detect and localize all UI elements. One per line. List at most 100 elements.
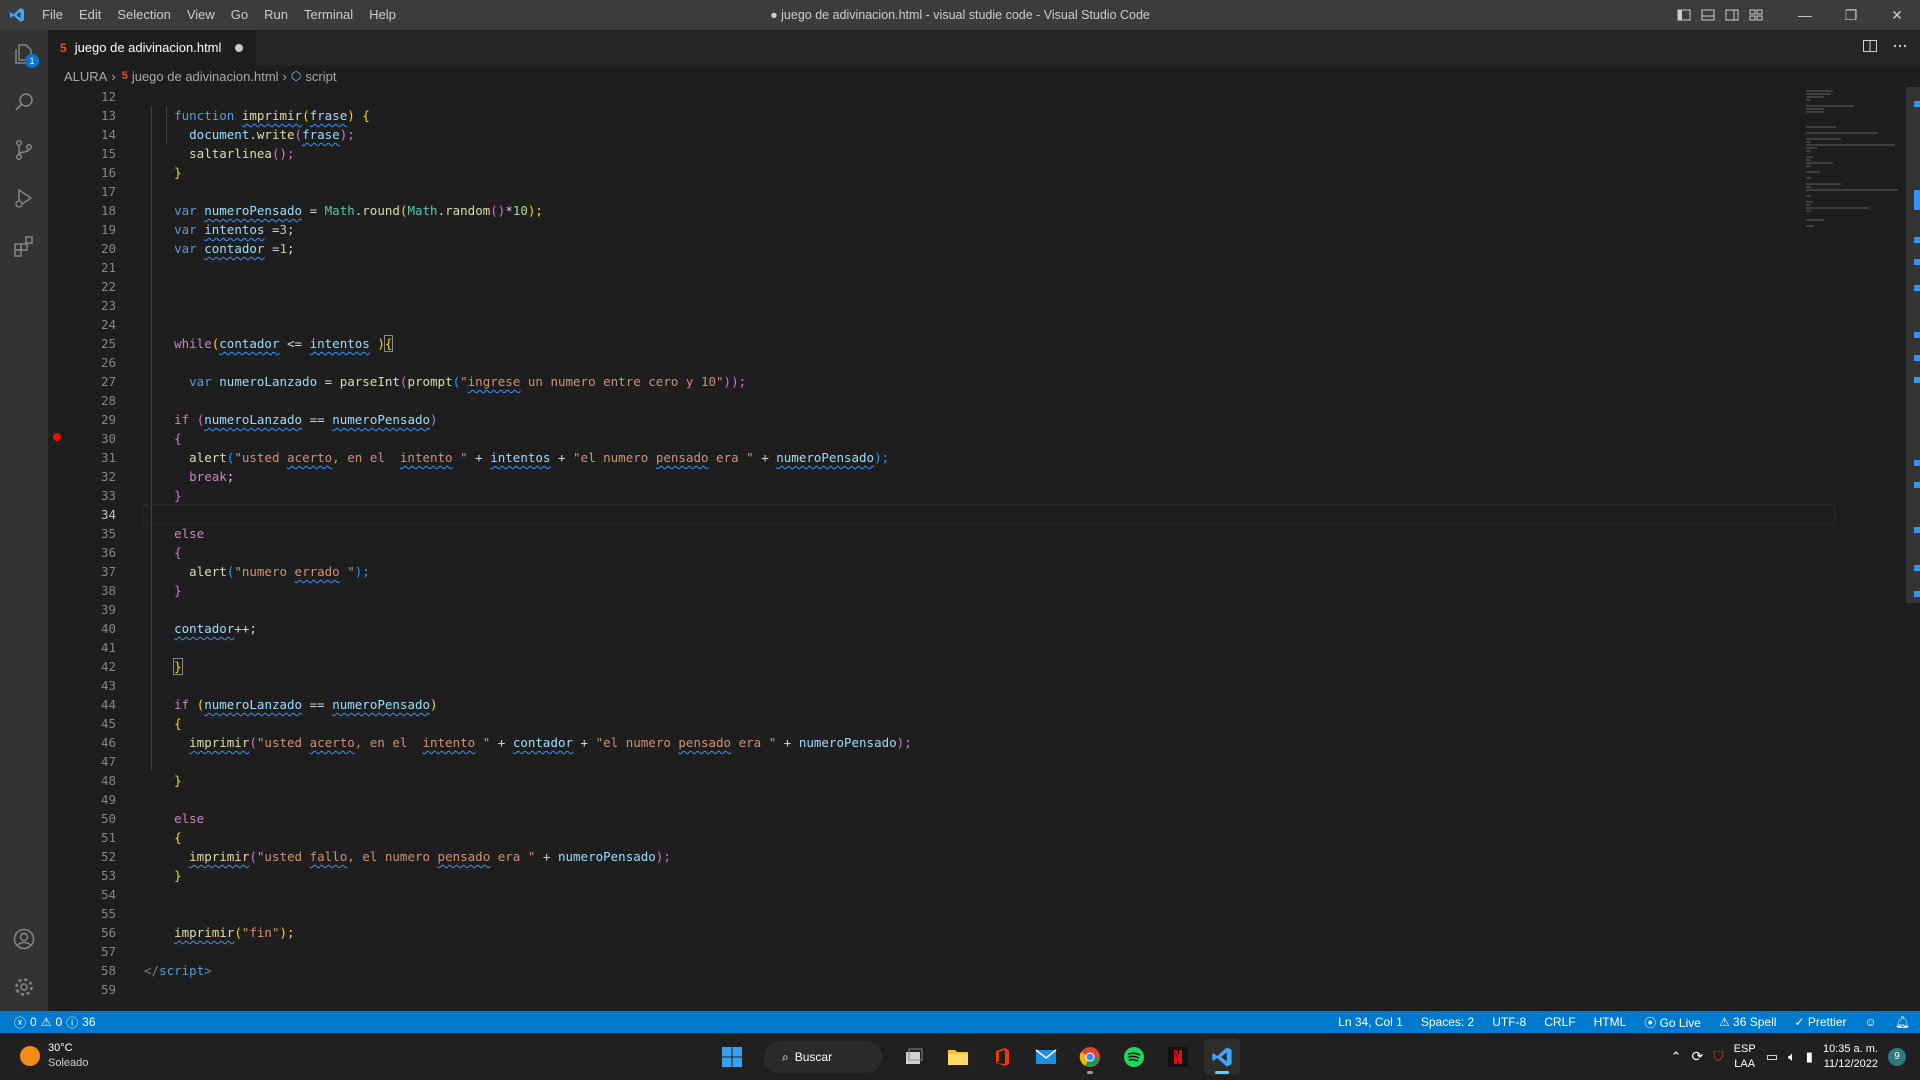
line-number[interactable]: 46 <box>48 733 116 752</box>
toggle-secondary-sidebar-icon[interactable] <box>1722 0 1742 30</box>
network-icon[interactable]: ▭ <box>1766 1049 1778 1065</box>
chrome-icon[interactable] <box>1072 1039 1108 1075</box>
code-line[interactable]: imprimir("fin"); <box>144 923 1834 942</box>
code-line[interactable] <box>144 790 1834 809</box>
menu-file[interactable]: File <box>34 0 71 30</box>
line-number[interactable]: 28 <box>48 391 116 410</box>
code-line[interactable]: } <box>144 163 1834 182</box>
menu-help[interactable]: Help <box>361 0 404 30</box>
code-line[interactable] <box>144 182 1834 201</box>
mcafee-icon[interactable]: ⛉ <box>1713 1048 1724 1065</box>
language-indicator[interactable]: ESP LAA <box>1734 1042 1756 1072</box>
line-number[interactable]: 27 <box>48 372 116 391</box>
code-line[interactable]: { <box>144 543 1834 562</box>
code-line[interactable]: function imprimir(frase) { <box>144 106 1834 125</box>
battery-icon[interactable]: ▮ <box>1806 1049 1813 1065</box>
spotify-icon[interactable] <box>1116 1039 1152 1075</box>
code-line[interactable]: if (numeroLanzado == numeroPensado) <box>144 695 1834 714</box>
go-live-button[interactable]: ⦿ Go Live <box>1644 1014 1701 1031</box>
taskbar-search[interactable]: ⌕ Buscar <box>764 1041 882 1073</box>
code-line[interactable]: alert("numero errado "); <box>144 562 1834 581</box>
vertical-scrollbar[interactable] <box>1906 87 1920 1011</box>
split-editor-icon[interactable] <box>1862 38 1878 57</box>
code-line[interactable] <box>144 315 1834 334</box>
minimap[interactable] <box>1806 87 1906 1011</box>
code-line[interactable]: } <box>144 581 1834 600</box>
task-view-icon[interactable] <box>896 1039 932 1075</box>
code-line[interactable] <box>144 676 1834 695</box>
code-line[interactable]: } <box>144 657 1834 676</box>
toggle-panel-icon[interactable] <box>1698 0 1718 30</box>
office-icon[interactable] <box>984 1039 1020 1075</box>
encoding[interactable]: UTF-8 <box>1492 1015 1526 1029</box>
line-number[interactable]: 30 <box>48 429 116 448</box>
prettier-status[interactable]: ✓ Prettier <box>1794 1015 1846 1029</box>
line-number[interactable]: 59 <box>48 980 116 999</box>
code-lines[interactable]: function imprimir(frase) { document.writ… <box>143 87 1835 999</box>
vscode-taskbar-icon[interactable] <box>1204 1039 1240 1075</box>
menu-run[interactable]: Run <box>256 0 296 30</box>
mail-icon[interactable] <box>1028 1039 1064 1075</box>
code-line[interactable]: saltarlinea(); <box>144 144 1834 163</box>
unsaved-dot-icon[interactable] <box>235 43 244 52</box>
menu-terminal[interactable]: Terminal <box>296 0 361 30</box>
close-button[interactable]: ✕ <box>1874 0 1920 30</box>
code-line[interactable]: </script> <box>144 961 1834 980</box>
code-line[interactable] <box>144 904 1834 923</box>
scrollbar-thumb[interactable] <box>1906 87 1920 603</box>
line-number[interactable]: 40 <box>48 619 116 638</box>
code-line[interactable] <box>144 296 1834 315</box>
line-number[interactable]: 32 <box>48 467 116 486</box>
customize-layout-icon[interactable] <box>1746 0 1766 30</box>
line-number[interactable]: 23 <box>48 296 116 315</box>
breadcrumb-file[interactable]: juego de adivinacion.html <box>132 69 279 84</box>
extensions-icon[interactable] <box>0 222 48 270</box>
line-number[interactable]: 20 <box>48 239 116 258</box>
code-line[interactable]: var numeroPensado = Math.round(Math.rand… <box>144 201 1834 220</box>
line-number[interactable]: 38 <box>48 581 116 600</box>
run-debug-icon[interactable] <box>0 174 48 222</box>
line-number[interactable]: 55 <box>48 904 116 923</box>
breadcrumb-symbol[interactable]: script <box>305 69 336 84</box>
problems-summary[interactable]: ⓧ 0 ⚠ 0 ⓘ 36 <box>0 1014 96 1031</box>
cursor-position[interactable]: Ln 34, Col 1 <box>1338 1015 1403 1029</box>
toggle-primary-sidebar-icon[interactable] <box>1674 0 1694 30</box>
code-line[interactable]: if (numeroLanzado == numeroPensado) <box>144 410 1834 429</box>
menu-view[interactable]: View <box>179 0 223 30</box>
code-line[interactable] <box>144 277 1834 296</box>
line-number[interactable]: 14 <box>48 125 116 144</box>
code-line[interactable] <box>144 600 1834 619</box>
code-line[interactable]: var contador =1; <box>144 239 1834 258</box>
line-number[interactable]: 19 <box>48 220 116 239</box>
line-number[interactable]: 51 <box>48 828 116 847</box>
code-line[interactable]: alert("usted acerto, en el intento " + i… <box>144 448 1834 467</box>
weather-widget[interactable]: 30°C Soleado <box>20 1041 88 1071</box>
line-number[interactable]: 18 <box>48 201 116 220</box>
code-line[interactable] <box>144 258 1834 277</box>
line-number[interactable]: 49 <box>48 790 116 809</box>
minimize-button[interactable]: — <box>1782 0 1828 30</box>
tab-juego-de-adivinacion[interactable]: 5 juego de adivinacion.html <box>48 30 256 65</box>
line-number[interactable]: 16 <box>48 163 116 182</box>
line-number[interactable]: 47 <box>48 752 116 771</box>
file-explorer-icon[interactable] <box>940 1039 976 1075</box>
code-line[interactable]: imprimir("usted acerto, en el intento " … <box>144 733 1834 752</box>
feedback-icon[interactable]: ☺ <box>1865 1015 1877 1029</box>
line-number[interactable]: 41 <box>48 638 116 657</box>
line-number[interactable]: 48 <box>48 771 116 790</box>
gear-icon[interactable] <box>0 963 48 1011</box>
line-number[interactable]: 15 <box>48 144 116 163</box>
line-number[interactable]: 35 <box>48 524 116 543</box>
more-actions-icon[interactable] <box>1892 38 1908 57</box>
code-line[interactable]: imprimir("usted fallo, el numero pensado… <box>144 847 1834 866</box>
code-line[interactable]: document.write(frase); <box>144 125 1834 144</box>
line-number[interactable]: 44 <box>48 695 116 714</box>
line-number[interactable]: 54 <box>48 885 116 904</box>
bell-icon[interactable]: 🔔︎ <box>1895 1015 1910 1029</box>
code-line[interactable] <box>144 638 1834 657</box>
code-line[interactable] <box>144 87 1834 106</box>
code-line[interactable] <box>144 980 1834 999</box>
search-icon[interactable] <box>0 78 48 126</box>
code-line[interactable]: while(contador <= intentos ){ <box>144 334 1834 353</box>
code-line[interactable]: } <box>144 771 1834 790</box>
